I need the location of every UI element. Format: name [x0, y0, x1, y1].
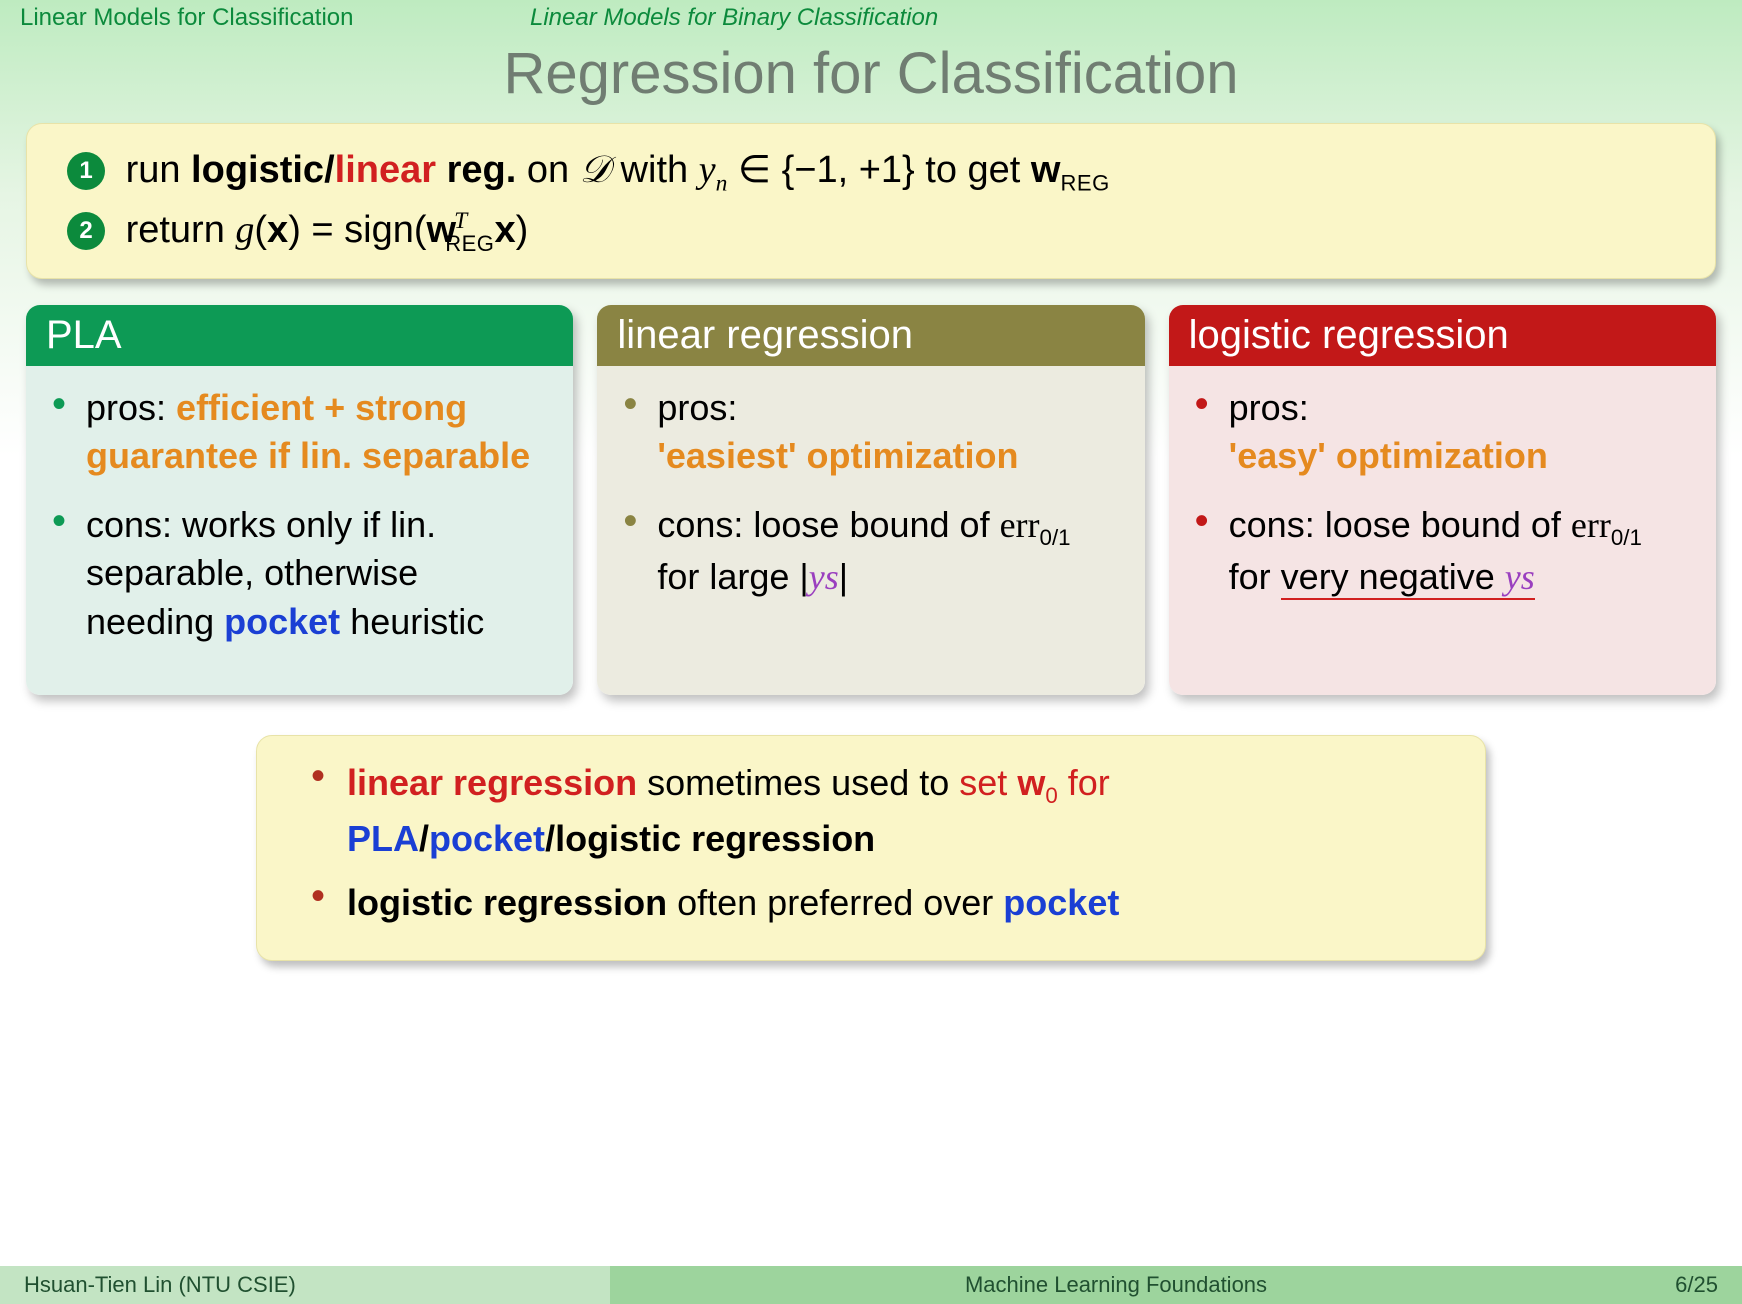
list-item: logistic regression often preferred over… [311, 876, 1445, 930]
math-sub: 0/1 [1611, 525, 1642, 550]
text-pla: PLA [347, 818, 419, 859]
text: return [126, 209, 236, 251]
footer: Hsuan-Tien Lin (NTU CSIE) Machine Learni… [0, 1266, 1742, 1304]
text-linear: linear [335, 149, 436, 191]
text: on [516, 149, 579, 191]
text: often preferred over [667, 882, 1003, 923]
cards-row: PLA pros: efficient + strong guarantee i… [26, 305, 1716, 695]
summary-box: linear regression sometimes used to set … [256, 735, 1486, 962]
math-sub-0: 0 [1045, 783, 1057, 808]
card-title: logistic regression [1169, 305, 1716, 366]
card-title: linear regression [597, 305, 1144, 366]
text: with [610, 149, 699, 191]
text-linreg: linear regression [347, 762, 637, 803]
text: ∈ {−1, +1} to get [727, 149, 1031, 191]
list-item: pros: efficient + strong guarantee if li… [86, 384, 549, 481]
label: pros: [86, 387, 176, 428]
math-err: err [1571, 505, 1611, 545]
text: ( [254, 209, 267, 251]
list-item: cons: loose bound of err0/1 for very neg… [1229, 501, 1692, 602]
algo-step-1: 1 run logistic/linear reg. on 𝒟 with yn … [67, 142, 1681, 202]
text: reg. [436, 149, 516, 191]
math-g: g [235, 209, 254, 251]
text: | [839, 556, 848, 597]
math-x: x [494, 209, 515, 251]
text-logreg: logistic regression [555, 818, 875, 859]
text-pocket: pocket [1003, 882, 1119, 923]
text: loose bound of [753, 504, 999, 545]
text: for [1058, 762, 1110, 803]
label: cons: [657, 504, 753, 545]
math-sub-n: n [716, 171, 728, 197]
math-y: y [699, 149, 716, 191]
card-body: pros: efficient + strong guarantee if li… [26, 366, 573, 695]
math-ys: ys [809, 557, 839, 597]
math-ys: ys [1505, 557, 1535, 597]
math-w: w [1031, 149, 1061, 191]
text: / [419, 818, 429, 859]
card-linear-regression: linear regression pros: 'easiest' optimi… [597, 305, 1144, 695]
math-D: 𝒟 [580, 149, 610, 191]
list-item: pros: 'easy' optimization [1229, 384, 1692, 481]
text: for [1229, 556, 1281, 597]
text: run [126, 149, 191, 191]
text-logistic: logistic [191, 149, 324, 191]
text-logreg: logistic regression [347, 882, 667, 923]
text: for large | [657, 556, 808, 597]
text: very negative [1281, 556, 1505, 597]
text-pocket: pocket [224, 601, 340, 642]
list-item: linear regression sometimes used to set … [311, 756, 1445, 867]
label: pros: [1229, 387, 1309, 428]
label: pros: [657, 387, 737, 428]
card-logistic-regression: logistic regression pros: 'easy' optimiz… [1169, 305, 1716, 695]
text: / [324, 149, 335, 191]
label: cons: [1229, 504, 1325, 545]
step-number-icon: 1 [67, 152, 105, 190]
step-number-icon: 2 [67, 212, 105, 250]
text: sometimes used to [637, 762, 959, 803]
math-w: w [1017, 762, 1045, 803]
algorithm-box: 1 run logistic/linear reg. on 𝒟 with yn … [26, 123, 1716, 279]
breadcrumb-section: Linear Models for Classification [20, 4, 530, 32]
card-pla: PLA pros: efficient + strong guarantee i… [26, 305, 573, 695]
footer-author: Hsuan-Tien Lin (NTU CSIE) [0, 1266, 610, 1304]
text: ) [516, 209, 529, 251]
math-x: x [267, 209, 288, 251]
label: cons: [86, 504, 182, 545]
breadcrumb-subsection: Linear Models for Binary Classification [530, 4, 938, 32]
text: ) = sign( [288, 209, 426, 251]
footer-course: Machine Learning Foundations [610, 1266, 1622, 1304]
math-sub-reg: REG [445, 231, 494, 256]
math-sub: 0/1 [1040, 525, 1071, 550]
pros-text: 'easy' optimization [1229, 435, 1548, 476]
text-pocket: pocket [429, 818, 545, 859]
list-item: cons: loose bound of err0/1 for large |y… [657, 501, 1120, 602]
list-item: cons: works only if lin. separable, othe… [86, 501, 549, 647]
math-sub-reg: REG [1060, 171, 1109, 196]
text: loose bound of [1325, 504, 1571, 545]
text: / [545, 818, 555, 859]
pros-text: 'easiest' optimization [657, 435, 1018, 476]
text: set [959, 762, 1017, 803]
text: heuristic [340, 601, 484, 642]
card-body: pros: 'easy' optimization cons: loose bo… [1169, 366, 1716, 695]
list-item: pros: 'easiest' optimization [657, 384, 1120, 481]
algo-step-2: 2 return g(x) = sign(wTREGx) [67, 202, 1681, 260]
slide-title: Regression for Classification [0, 40, 1742, 107]
breadcrumbs: Linear Models for Classification Linear … [0, 0, 1742, 32]
card-body: pros: 'easiest' optimization cons: loose… [597, 366, 1144, 695]
math-err: err [1000, 505, 1040, 545]
footer-page: 6/25 [1622, 1266, 1742, 1304]
card-title: PLA [26, 305, 573, 366]
